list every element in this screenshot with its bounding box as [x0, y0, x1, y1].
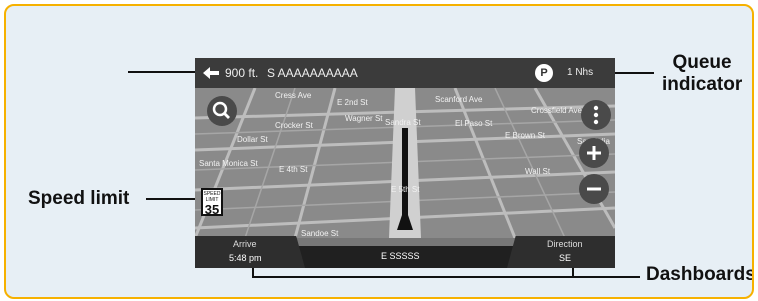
zoom-out-icon[interactable]	[579, 174, 609, 204]
navigation-screen: 900 ft. S AAAAAAAAAA P 1 Nhs Cress Ave E…	[195, 58, 615, 268]
leader-line-dashboards-h	[252, 276, 640, 278]
callout-speed-limit: Speed limit	[28, 188, 130, 209]
speed-limit-sign: SPEED LIMIT 35	[201, 188, 223, 216]
next-street-name: S AAAAAAAAAA	[267, 66, 358, 80]
map-label: E 4th St	[279, 165, 308, 174]
more-icon[interactable]	[581, 100, 611, 130]
parking-icon[interactable]: P	[535, 64, 553, 82]
map-label: Cress Ave	[275, 91, 312, 100]
callout-dashboards: Dashboards	[646, 264, 754, 285]
map-label: Crossfield Ave	[531, 106, 583, 115]
speed-limit-value: 35	[204, 202, 220, 217]
turn-distance: 900 ft.	[225, 66, 259, 80]
queue-indicator-value: 1 Nhs	[567, 67, 594, 78]
map-label: Dollar St	[237, 135, 268, 144]
map-label: Santa Monica St	[199, 159, 258, 168]
dashboard-center[interactable]: E SSSSS	[295, 246, 515, 268]
callout-queue-indicator: Queue indicator	[662, 52, 743, 95]
dashboard-left[interactable]: Arrive 5:48 pm	[195, 236, 305, 268]
arrive-time: 5:48 pm	[229, 253, 262, 263]
map-label: Crocker St	[275, 121, 314, 130]
dashboard-bar: E SSSSS Arrive 5:48 pm Direction SE	[195, 236, 615, 268]
search-icon[interactable]	[207, 96, 237, 126]
turn-arrow-icon	[203, 67, 219, 79]
map-view[interactable]: Cress Ave E 2nd St Scanford Ave Crossfie…	[195, 88, 615, 238]
zoom-in-icon[interactable]	[579, 138, 609, 168]
arrive-label: Arrive	[233, 239, 257, 249]
map-label: Wall St	[525, 167, 551, 176]
map-label: E 5th St	[391, 185, 420, 194]
map-label: El Paso St	[455, 119, 493, 128]
map-label: Wagner St	[345, 114, 383, 123]
map-label: Sandra St	[385, 118, 421, 127]
guidance-bar: 900 ft. S AAAAAAAAAA P 1 Nhs	[195, 58, 615, 88]
map-label: E 2nd St	[337, 98, 368, 107]
figure-frame: Queue indicator Speed limit Dashboards 9…	[4, 4, 754, 299]
map-label: Scanford Ave	[435, 95, 483, 104]
direction-value: SE	[559, 253, 572, 263]
direction-label: Direction	[547, 239, 583, 249]
map-label: E Brown St	[505, 131, 546, 140]
current-road: E SSSSS	[381, 251, 420, 261]
leader-line-speed	[146, 198, 196, 200]
dashboard-right[interactable]: Direction SE	[507, 236, 615, 268]
